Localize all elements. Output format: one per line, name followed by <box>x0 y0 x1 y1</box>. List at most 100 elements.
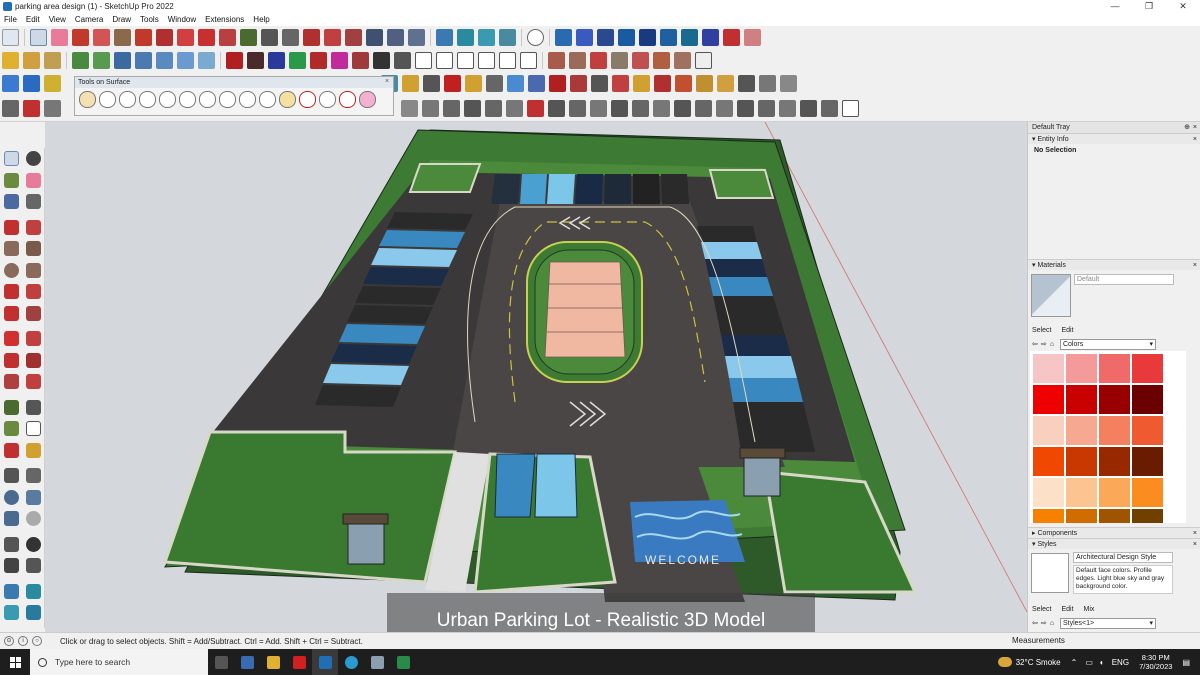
extension-b-icon[interactable] <box>23 75 40 92</box>
hand-pan-icon[interactable] <box>842 100 859 117</box>
monochrome-icon[interactable] <box>674 52 691 69</box>
right-view-icon[interactable] <box>478 52 495 69</box>
spline-icon[interactable] <box>44 100 61 117</box>
freehand-tool-icon[interactable] <box>25 219 41 235</box>
push-pull-icon[interactable] <box>135 29 152 46</box>
volume-icon[interactable]: ◖ <box>1099 658 1104 667</box>
undo-icon[interactable] <box>702 29 719 46</box>
components-header[interactable]: ▸ Components × <box>1028 527 1200 538</box>
user-account-icon[interactable] <box>527 29 544 46</box>
zoom-window-tool-icon[interactable] <box>25 489 41 505</box>
profile-q-icon[interactable] <box>737 100 754 117</box>
surface-generate-icon[interactable] <box>338 91 356 108</box>
shaded-icon[interactable] <box>632 52 649 69</box>
close-button[interactable]: ✕ <box>1166 0 1200 13</box>
profile-h-icon[interactable] <box>548 100 565 117</box>
material-swatch[interactable] <box>1132 478 1163 507</box>
rotated-rectangle-icon[interactable] <box>25 241 41 257</box>
profile-k-icon[interactable] <box>611 100 628 117</box>
menu-edit[interactable]: Edit <box>26 15 40 24</box>
style-name-field[interactable]: Architectural Design Style <box>1073 552 1173 563</box>
profile-t-icon[interactable] <box>800 100 817 117</box>
back-edges-icon[interactable] <box>569 52 586 69</box>
move-cross-icon[interactable] <box>507 75 524 92</box>
joint-push-pull-icon[interactable] <box>247 52 264 69</box>
rectangle-tool-icon[interactable] <box>3 241 19 257</box>
tab-styles-mix[interactable]: Mix <box>1084 604 1095 616</box>
flip-icon[interactable] <box>528 75 545 92</box>
tag-icon[interactable] <box>25 194 41 210</box>
section-cuts-icon[interactable] <box>597 29 614 46</box>
layout-icon[interactable] <box>478 29 495 46</box>
intersect-icon[interactable] <box>681 29 698 46</box>
drape-icon[interactable] <box>135 52 152 69</box>
material-library-select[interactable]: Colors <box>1059 338 1156 350</box>
profile-j-icon[interactable] <box>590 100 607 117</box>
menu-help[interactable]: Help <box>253 15 269 24</box>
shaded-textures-icon[interactable] <box>653 52 670 69</box>
zoom-extents-tool-icon[interactable] <box>3 511 19 527</box>
zoom-icon[interactable] <box>2 29 19 46</box>
tab-select[interactable]: Select <box>1032 325 1051 337</box>
offset-icon[interactable] <box>570 75 587 92</box>
text-tool-icon[interactable] <box>25 421 41 437</box>
profile-s-icon[interactable] <box>779 100 796 117</box>
material-swatch[interactable] <box>1132 447 1163 476</box>
surface-circle-icon[interactable] <box>138 91 156 108</box>
sandbox-icon[interactable] <box>93 52 110 69</box>
tile-icon[interactable] <box>696 75 713 92</box>
fix-icon[interactable] <box>695 52 712 69</box>
forward-arrow-icon[interactable]: ⇨ <box>1041 340 1047 348</box>
stamp-icon[interactable] <box>114 52 131 69</box>
top-view-icon[interactable] <box>436 52 453 69</box>
pan-icon[interactable] <box>366 29 383 46</box>
weather-widget[interactable]: 32°C Smoke <box>997 657 1061 667</box>
menu-draw[interactable]: Draw <box>112 15 131 24</box>
back-arrow-icon[interactable]: ⇦ <box>1032 340 1038 348</box>
menu-window[interactable]: Window <box>168 15 196 24</box>
profile-i-icon[interactable] <box>569 100 586 117</box>
profile-r-icon[interactable] <box>758 100 775 117</box>
make-component-icon[interactable] <box>3 194 19 210</box>
solid-tools-icon[interactable] <box>639 29 656 46</box>
material-swatch[interactable] <box>1099 354 1130 383</box>
offset-tool-icon[interactable] <box>25 374 41 390</box>
paint-icon[interactable] <box>3 172 19 188</box>
model-viewport[interactable]: WELCOME <box>45 122 1027 632</box>
3d-text-icon[interactable] <box>25 442 41 458</box>
vector-push-pull-icon[interactable] <box>268 52 285 69</box>
flip-edge-icon[interactable] <box>198 52 215 69</box>
tab-styles-select[interactable]: Select <box>1032 604 1051 616</box>
tools-on-surface-panel[interactable]: Tools on Surface × <box>74 76 394 116</box>
surface-ellipse-icon[interactable] <box>178 91 196 108</box>
tape-tool-icon[interactable] <box>3 399 19 415</box>
components-grid-icon[interactable] <box>780 75 797 92</box>
smoove-icon[interactable] <box>156 52 173 69</box>
zoom-window-icon[interactable] <box>387 29 404 46</box>
follow-me-icon[interactable] <box>156 29 173 46</box>
material-swatch[interactable] <box>1099 385 1130 414</box>
pin-icon[interactable]: ⊕ <box>1184 122 1190 133</box>
share-model-icon[interactable] <box>3 605 19 621</box>
eraser-icon[interactable] <box>51 29 68 46</box>
task-view-icon[interactable] <box>208 649 234 675</box>
surface-line-icon[interactable] <box>78 91 96 108</box>
stretch-icon[interactable] <box>633 75 650 92</box>
walk-icon[interactable] <box>3 558 19 574</box>
normal-push-pull-icon[interactable] <box>289 52 306 69</box>
material-name-field[interactable]: Default <box>1074 274 1174 285</box>
push-pull-tool-icon[interactable] <box>25 331 41 347</box>
home-icon[interactable]: ⌂ <box>1050 341 1054 348</box>
menu-extensions[interactable]: Extensions <box>205 15 244 24</box>
surface-eraser-icon[interactable] <box>318 91 336 108</box>
material-swatch[interactable] <box>1066 478 1097 507</box>
orbit-icon[interactable] <box>345 29 362 46</box>
triangle-icon[interactable] <box>423 75 440 92</box>
surface-freehand-icon[interactable] <box>278 91 296 108</box>
material-swatch[interactable] <box>1099 416 1130 445</box>
profile-d-icon[interactable] <box>464 100 481 117</box>
extension-c-icon[interactable] <box>44 75 61 92</box>
material-swatch[interactable] <box>1033 478 1064 507</box>
text-icon[interactable] <box>282 29 299 46</box>
zoom-tool-icon[interactable] <box>3 489 19 505</box>
